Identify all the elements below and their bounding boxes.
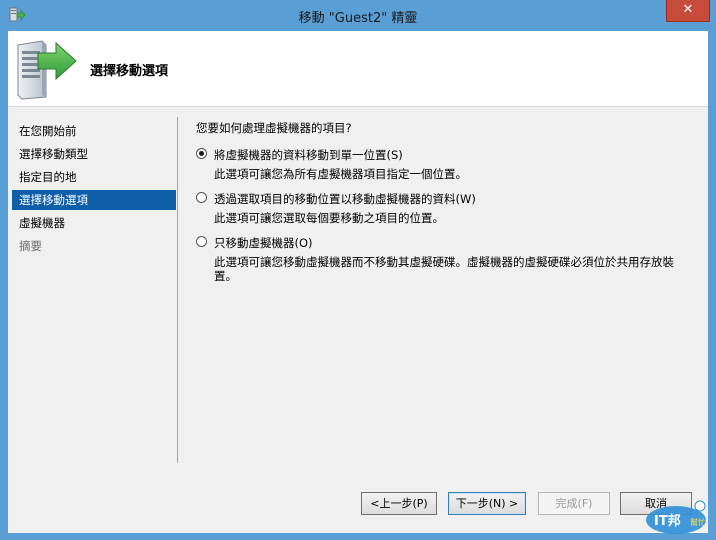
step-choose-move-type[interactable]: 選擇移動類型	[12, 144, 176, 164]
title-bar[interactable]: 移動 "Guest2" 精靈 ✕	[0, 0, 716, 31]
wizard-body: 選擇移動選項 在您開始前 選擇移動類型 指定目的地 選擇移動選項 虛擬機器 摘要…	[8, 31, 708, 533]
page-title: 選擇移動選項	[90, 64, 169, 79]
options-panel: 您要如何處理虛擬機器的項目? 將虛擬機器的資料移動到單一位置(S) 此選項可讓您…	[194, 107, 694, 467]
previous-button[interactable]: <上一步(P)	[361, 492, 437, 515]
wizard-header: 選擇移動選項	[8, 31, 708, 107]
radio-per-item-location[interactable]	[196, 192, 207, 203]
wizard-steps: 在您開始前 選擇移動類型 指定目的地 選擇移動選項 虛擬機器 摘要	[8, 107, 178, 467]
step-virtual-machine[interactable]: 虛擬機器	[12, 213, 176, 233]
question-text: 您要如何處理虛擬機器的項目?	[196, 121, 352, 135]
window-title: 移動 "Guest2" 精靈	[298, 11, 418, 26]
step-specify-destination[interactable]: 指定目的地	[12, 167, 176, 187]
option-label[interactable]: 透過選取項目的移動位置以移動虛擬機器的資料(W)	[214, 191, 476, 207]
option-label[interactable]: 只移動虛擬機器(O)	[214, 235, 313, 251]
finish-button: 完成(F)	[538, 492, 610, 515]
nav-divider	[177, 117, 178, 463]
watermark-sub: 幫忙	[690, 517, 706, 527]
radio-single-location[interactable]	[196, 148, 207, 159]
radio-vm-only[interactable]	[196, 236, 207, 247]
step-choose-move-options[interactable]: 選擇移動選項	[12, 190, 176, 210]
wizard-window: 移動 "Guest2" 精靈 ✕ 選擇移動選項 在您開始前 選擇移動類型 指定目…	[0, 0, 716, 540]
ithome-watermark-logo: IT邦 幫忙	[646, 500, 706, 534]
close-button[interactable]: ✕	[666, 0, 710, 22]
option-label[interactable]: 將虛擬機器的資料移動到單一位置(S)	[214, 147, 403, 163]
next-button[interactable]: 下一步(N) >	[448, 492, 526, 515]
option-description: 此選項可讓您為所有虛擬機器項目指定一個位置。	[214, 167, 467, 181]
step-summary: 摘要	[19, 239, 42, 253]
step-before-you-begin[interactable]: 在您開始前	[12, 121, 176, 141]
option-description: 此選項可讓您選取每個要移動之項目的位置。	[214, 211, 444, 225]
server-move-icon	[17, 40, 77, 100]
option-description: 此選項可讓您移動虛擬機器而不移動其虛擬硬碟。虛擬機器的虛擬硬碟必須位於共用存放裝…	[214, 255, 674, 283]
watermark-text: IT邦	[654, 513, 681, 529]
